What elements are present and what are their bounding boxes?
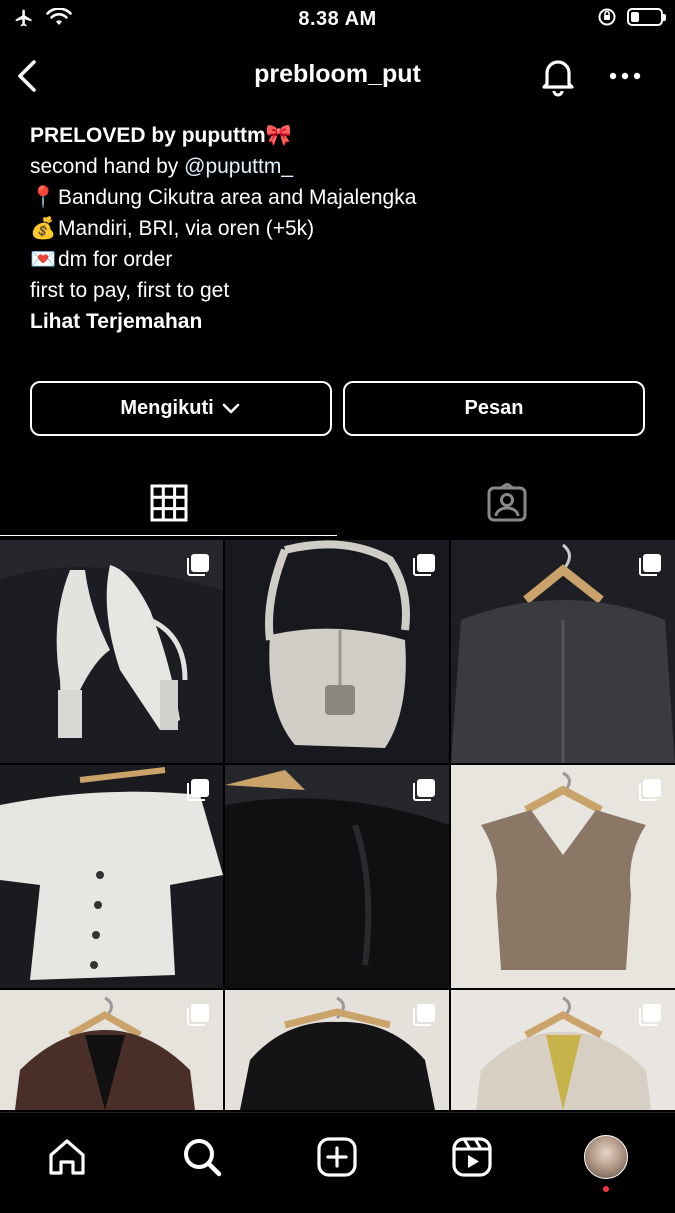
reels-icon [452, 1137, 492, 1177]
message-label: Pesan [464, 397, 524, 419]
post-thumbnail[interactable] [0, 540, 223, 763]
bell-icon [542, 60, 574, 97]
nav-create[interactable] [315, 1135, 359, 1179]
profile-avatar [584, 1135, 628, 1179]
multiple-photos-icon [187, 554, 209, 576]
post-thumbnail[interactable] [0, 765, 223, 988]
profile-tabs [0, 470, 675, 536]
multiple-photos-icon [413, 779, 435, 801]
bottom-navigation [0, 1112, 675, 1201]
multiple-photos-icon [413, 1004, 435, 1026]
more-icon [609, 72, 641, 80]
nav-home[interactable] [45, 1135, 89, 1179]
add-post-icon [317, 1137, 357, 1177]
money-bag-icon: 💰 [30, 217, 57, 240]
love-letter-icon: 💌 [30, 248, 57, 271]
multiple-photos-icon [639, 779, 661, 801]
search-icon [184, 1139, 222, 1177]
multiple-photos-icon [413, 554, 435, 576]
mention-link[interactable]: @puputtm_ [184, 155, 293, 178]
status-bar: 8.38 AM [0, 0, 675, 38]
more-options-button[interactable] [605, 60, 645, 97]
post-thumbnail[interactable] [225, 765, 449, 988]
profile-bio: PRELOVED by puputtm🎀 second hand by @pup… [30, 120, 650, 337]
multiple-photos-icon [187, 1004, 209, 1026]
status-time: 8.38 AM [298, 8, 377, 30]
message-button[interactable]: Pesan [343, 381, 645, 436]
post-thumbnail[interactable] [451, 765, 675, 988]
home-icon [49, 1139, 85, 1175]
notifications-button[interactable] [537, 54, 579, 103]
bio-line: second hand by @puputtm_ [30, 155, 294, 178]
post-thumbnail[interactable] [225, 540, 449, 763]
notification-dot [603, 1186, 609, 1192]
chevron-down-icon [222, 403, 239, 413]
profile-header: prebloom_put [0, 48, 675, 104]
tab-posts-grid[interactable] [0, 470, 337, 536]
multiple-photos-icon [639, 1004, 661, 1026]
tab-tagged[interactable] [338, 470, 675, 536]
bio-line: first to pay, first to get [30, 279, 230, 302]
bio-line: 💌dm for order [30, 244, 650, 275]
profile-display-name: PRELOVED by puputtm🎀 [30, 124, 292, 147]
post-thumbnail[interactable] [451, 540, 675, 763]
multiple-photos-icon [639, 554, 661, 576]
grid-icon [150, 484, 187, 521]
following-label: Mengikuti [120, 397, 214, 419]
multiple-photos-icon [187, 779, 209, 801]
nav-search[interactable] [180, 1135, 224, 1179]
orientation-lock-icon [598, 8, 616, 26]
nav-profile[interactable] [584, 1135, 628, 1179]
bio-line: 💰Mandiri, BRI, via oren (+5k) [30, 213, 650, 244]
nav-reels[interactable] [450, 1135, 494, 1179]
tagged-icon [487, 483, 526, 522]
bio-line: 📍Bandung Cikutra area and Majalengka [30, 182, 650, 213]
see-translation-link[interactable]: Lihat Terjemahan [30, 306, 650, 337]
pin-icon: 📍 [30, 186, 57, 209]
battery-icon [627, 8, 666, 26]
following-button[interactable]: Mengikuti [30, 381, 332, 436]
